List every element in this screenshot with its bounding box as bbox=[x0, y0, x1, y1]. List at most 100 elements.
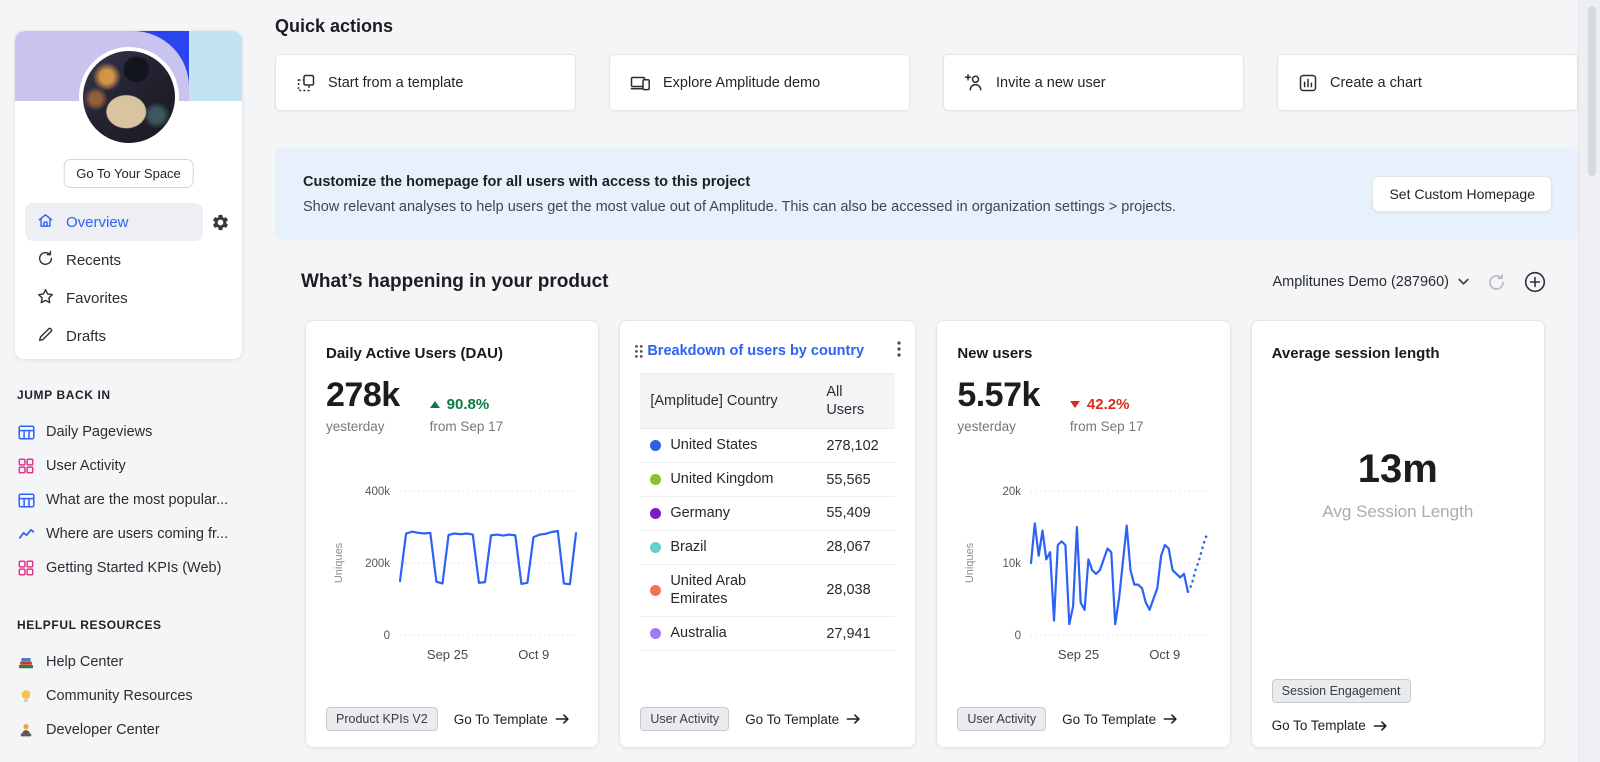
dashboard-icon bbox=[17, 560, 35, 576]
kebab-menu-icon[interactable] bbox=[897, 341, 901, 357]
invite-user-button[interactable]: Invite a new user bbox=[943, 54, 1244, 111]
helpful-resources-section: HELPFUL RESOURCES Help Center Community … bbox=[17, 618, 247, 747]
quick-actions-row: Start from a template Explore Amplitude … bbox=[275, 54, 1578, 111]
dau-chart: 0 200k 400k Uniques Sep 25 Oct 9 bbox=[333, 473, 584, 673]
product-section-header: What’s happening in your product Amplitu… bbox=[301, 262, 1546, 302]
sidebar-item-user-activity[interactable]: User Activity bbox=[17, 449, 247, 483]
developer-icon bbox=[17, 722, 35, 738]
sidebar-item-getting-started-kpis[interactable]: Getting Started KPIs (Web) bbox=[17, 551, 247, 585]
profile-card: Go To Your Space Overview Recents Favori… bbox=[14, 30, 243, 360]
series-color-dot bbox=[650, 474, 662, 486]
lightbulb-icon bbox=[17, 688, 35, 704]
quick-actions-title: Quick actions bbox=[275, 16, 394, 36]
sidebar-item-label: Drafts bbox=[66, 327, 107, 345]
avatar[interactable] bbox=[78, 47, 179, 147]
quick-action-label: Invite a new user bbox=[996, 74, 1106, 91]
line-chart-icon bbox=[17, 526, 35, 543]
sidebar-item-help-center[interactable]: Help Center bbox=[17, 645, 247, 679]
svg-text:200k: 200k bbox=[365, 558, 390, 570]
go-to-your-space-button[interactable]: Go To Your Space bbox=[63, 159, 194, 188]
template-badge[interactable]: User Activity bbox=[640, 707, 730, 731]
sidebar-item-developer-center[interactable]: Developer Center bbox=[17, 713, 247, 747]
project-selector[interactable]: Amplitunes Demo (287960) bbox=[1272, 274, 1469, 290]
go-to-template-link[interactable]: Go To Template bbox=[745, 712, 861, 727]
country-table: [Amplitude] Country All Users United Sta… bbox=[640, 372, 896, 652]
sidebar-item-label: Where are users coming fr... bbox=[46, 526, 229, 542]
refresh-icon bbox=[37, 250, 54, 271]
dashboard-icon bbox=[17, 458, 35, 474]
table-row: United Kingdom 55,565 bbox=[640, 462, 896, 497]
sidebar-item-community-resources[interactable]: Community Resources bbox=[17, 679, 247, 713]
svg-text:0: 0 bbox=[1015, 630, 1021, 642]
jump-back-in-section: JUMP BACK IN Daily Pageviews User Activi… bbox=[17, 388, 247, 585]
sidebar-item-label: User Activity bbox=[46, 458, 126, 474]
svg-text:Sep 25: Sep 25 bbox=[427, 647, 468, 662]
add-card-icon[interactable] bbox=[1524, 271, 1546, 293]
sidebar-item-label: Recents bbox=[66, 251, 122, 269]
series-color-dot bbox=[650, 507, 662, 519]
card-title: New users bbox=[957, 345, 1033, 362]
arrow-right-icon bbox=[1163, 713, 1178, 725]
sidebar-item-favorites[interactable]: Favorites bbox=[25, 279, 203, 317]
sidebar-item-daily-pageviews[interactable]: Daily Pageviews bbox=[17, 415, 247, 449]
quick-action-label: Create a chart bbox=[1330, 74, 1422, 91]
sidebar-item-overview[interactable]: Overview bbox=[25, 203, 203, 241]
session-label: Avg Session Length bbox=[1322, 502, 1474, 521]
sidebar-item-label: Help Center bbox=[46, 654, 124, 670]
card-title-link[interactable]: Breakdown of users by country bbox=[647, 343, 864, 359]
template-badge[interactable]: User Activity bbox=[957, 707, 1047, 731]
pencil-icon bbox=[37, 326, 54, 347]
quick-action-label: Start from a template bbox=[328, 74, 464, 91]
create-chart-button[interactable]: Create a chart bbox=[1277, 54, 1578, 111]
scrollbar-thumb[interactable] bbox=[1588, 6, 1596, 176]
amplitude-home-screen: Go To Your Space Overview Recents Favori… bbox=[0, 0, 1600, 762]
dau-period: yesterday bbox=[326, 419, 385, 434]
country-column-header: [Amplitude] Country bbox=[640, 372, 817, 430]
svg-text:10k: 10k bbox=[1003, 558, 1022, 570]
sidebar-item-label: Getting Started KPIs (Web) bbox=[46, 560, 222, 576]
start-from-template-button[interactable]: Start from a template bbox=[275, 54, 576, 111]
table-row: United Arab Emirates 28,038 bbox=[640, 563, 896, 617]
banner-title: Customize the homepage for all users wit… bbox=[303, 173, 751, 190]
go-to-template-link[interactable]: Go To Template bbox=[1062, 712, 1178, 727]
new-users-period: yesterday bbox=[957, 419, 1016, 434]
go-to-template-link[interactable]: Go To Template bbox=[454, 712, 570, 727]
project-selector-label: Amplitunes Demo (287960) bbox=[1272, 274, 1449, 290]
scrollbar[interactable] bbox=[1578, 0, 1600, 762]
star-icon bbox=[37, 288, 54, 309]
devices-icon bbox=[630, 73, 651, 93]
dau-value: 278k bbox=[326, 376, 400, 414]
all-users-column-header: All Users bbox=[816, 372, 896, 430]
gear-icon[interactable] bbox=[211, 213, 230, 232]
sidebar-nav: Overview Recents Favorites Drafts bbox=[25, 203, 203, 355]
card-title: Daily Active Users (DAU) bbox=[326, 345, 504, 362]
sidebar-item-label: Overview bbox=[66, 213, 129, 231]
sidebar-item-most-popular[interactable]: What are the most popular... bbox=[17, 483, 247, 517]
dau-delta-note: from Sep 17 bbox=[429, 419, 504, 434]
new-users-delta: 42.2% bbox=[1086, 396, 1130, 413]
table-row: Brazil 28,067 bbox=[640, 529, 896, 565]
sidebar-item-where-users-coming-from[interactable]: Where are users coming fr... bbox=[17, 517, 247, 551]
explore-demo-button[interactable]: Explore Amplitude demo bbox=[609, 54, 910, 111]
sidebar-item-label: What are the most popular... bbox=[46, 492, 229, 508]
session-value: 13m bbox=[1357, 447, 1438, 491]
metric-cards-row: Daily Active Users (DAU) 278k yesterday … bbox=[305, 320, 1545, 748]
banner-subtitle: Show relevant analyses to help users get… bbox=[303, 198, 1177, 215]
set-custom-homepage-button[interactable]: Set Custom Homepage bbox=[1372, 176, 1552, 212]
svg-text:Sep 25: Sep 25 bbox=[1058, 647, 1099, 662]
refresh-icon[interactable] bbox=[1487, 273, 1506, 292]
svg-text:0: 0 bbox=[384, 630, 390, 642]
template-badge[interactable]: Session Engagement bbox=[1271, 679, 1411, 703]
new-users-chart: 0 10k 20k Uniques Sep 25 Oct 9 bbox=[964, 473, 1215, 673]
go-to-template-link[interactable]: Go To Template bbox=[1272, 718, 1388, 733]
sidebar-item-drafts[interactable]: Drafts bbox=[25, 317, 203, 355]
quick-action-label: Explore Amplitude demo bbox=[663, 74, 821, 91]
table-icon bbox=[17, 492, 35, 509]
sidebar-item-recents[interactable]: Recents bbox=[25, 241, 203, 279]
template-badge[interactable]: Product KPIs V2 bbox=[326, 707, 438, 731]
arrow-right-icon bbox=[846, 713, 861, 725]
jump-back-in-title: JUMP BACK IN bbox=[17, 388, 111, 402]
drag-handle-icon[interactable] bbox=[634, 344, 644, 359]
add-user-icon bbox=[964, 73, 984, 93]
card-title: Average session length bbox=[1271, 345, 1440, 362]
